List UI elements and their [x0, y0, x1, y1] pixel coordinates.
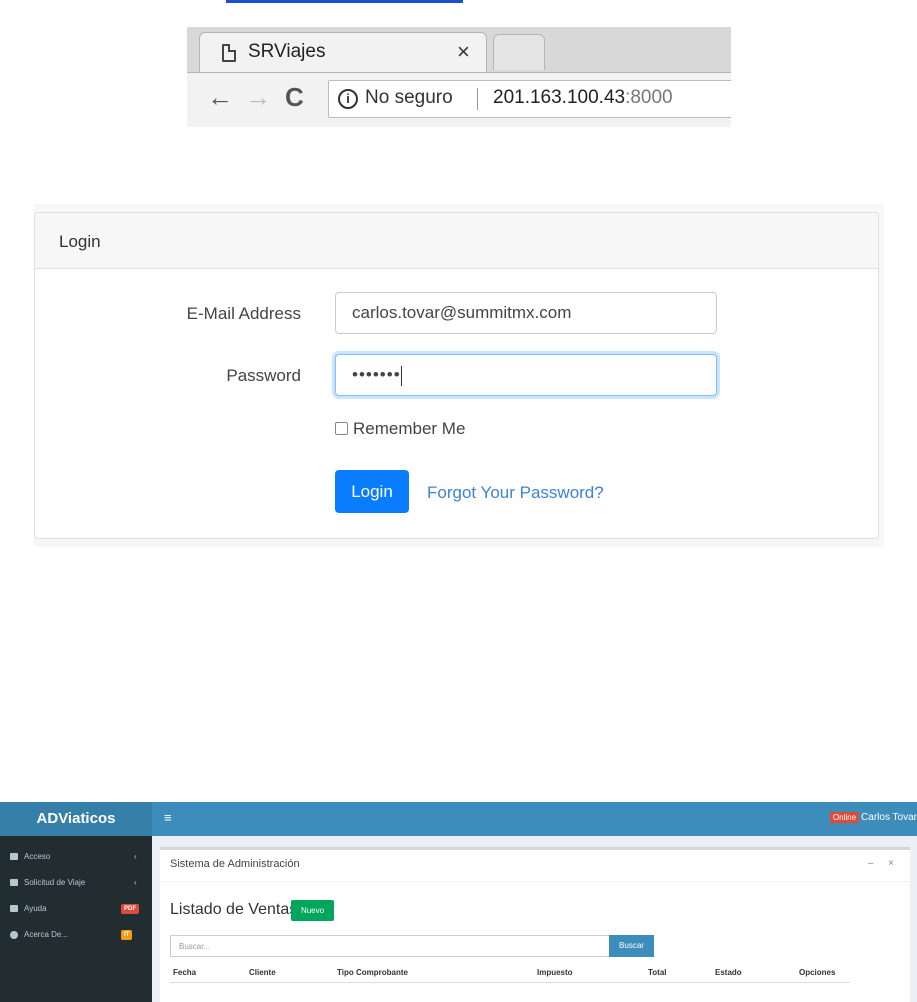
url-port: :8000	[625, 87, 673, 108]
column-header[interactable]: Cliente	[249, 968, 276, 977]
back-arrow-icon[interactable]: ←	[207, 82, 233, 112]
new-tab-button[interactable]	[493, 34, 545, 70]
top-link-underline	[226, 0, 463, 3]
new-button[interactable]: Nuevo	[291, 900, 334, 921]
suitcase-icon	[10, 879, 18, 886]
table-header: Fecha Cliente Tipo Comprobante Impuesto …	[170, 963, 850, 983]
card-header: Login	[35, 213, 878, 269]
password-field[interactable]: •••••••	[335, 354, 717, 396]
search-input[interactable]: Buscar...	[170, 935, 610, 957]
tab-title: SRViajes	[248, 41, 326, 62]
email-label: E-Mail Address	[186, 304, 301, 323]
url-host: 201.163.100.43	[493, 87, 626, 108]
security-label[interactable]: No seguro	[365, 87, 453, 109]
login-section: Login E-Mail Address carlos.tovar@summit…	[34, 204, 884, 547]
content-box: Sistema de Administración – × Listado de…	[160, 847, 910, 1002]
sidebar-item-label: Acceso	[24, 852, 51, 861]
tab-close-button[interactable]: ×	[457, 39, 470, 65]
user-name: Carlos Tovar	[861, 812, 917, 823]
sidebar-item-label: Ayuda	[24, 904, 47, 913]
remember-label: Remember Me	[353, 419, 466, 438]
text-caret	[400, 365, 402, 386]
menu-toggle-icon[interactable]: ≡	[164, 810, 172, 825]
address-bar[interactable]: i No seguro 201.163.100.43:8000	[328, 80, 731, 118]
browser-chrome: SRViajes × ← → C i No seguro 201.163.100…	[187, 27, 731, 127]
search-button[interactable]: Buscar	[609, 935, 654, 957]
remember-checkbox[interactable]	[335, 422, 348, 435]
sidebar-item-acceso[interactable]: Acceso ‹	[0, 847, 152, 867]
chevron-left-icon: ‹	[134, 852, 137, 861]
list-title: Listado de Ventas	[170, 901, 298, 918]
login-card: Login E-Mail Address carlos.tovar@summit…	[34, 212, 879, 539]
sidebar-item-solicitud[interactable]: Solicitud de Viaje ‹	[0, 873, 152, 893]
plus-square-icon	[10, 905, 18, 912]
online-badge: Online	[829, 812, 860, 823]
admin-panel: ADViaticos ≡ Online Carlos Tovar Acceso ‹…	[0, 802, 917, 1002]
folder-icon	[10, 853, 18, 860]
column-header[interactable]: Fecha	[173, 968, 196, 977]
address-separator	[477, 88, 478, 110]
password-dots: •••••••	[352, 365, 401, 384]
admin-topbar: ≡ Online Carlos Tovar	[152, 802, 917, 836]
box-divider	[160, 881, 910, 882]
password-label: Password	[226, 366, 301, 385]
sidebar-item-ayuda[interactable]: Ayuda PDF	[0, 899, 152, 919]
sidebar-item-acerca[interactable]: Acerca De... IT	[0, 925, 152, 945]
login-button[interactable]: Login	[335, 470, 409, 513]
forgot-password-link[interactable]: Forgot Your Password?	[427, 483, 604, 503]
admin-sidebar: Acceso ‹ Solicitud de Viaje ‹ Ayuda PDF …	[0, 836, 152, 1002]
box-tools[interactable]: – ×	[868, 858, 900, 869]
sidebar-item-label: Solicitud de Viaje	[24, 878, 86, 887]
pdf-badge: PDF	[121, 904, 139, 914]
column-header[interactable]: Impuesto	[537, 968, 573, 977]
user-menu[interactable]: Online Carlos Tovar	[829, 812, 917, 823]
email-field[interactable]: carlos.tovar@summitmx.com	[335, 292, 717, 334]
info-icon[interactable]: i	[338, 89, 358, 109]
column-header[interactable]: Total	[648, 968, 667, 977]
browser-tab[interactable]: SRViajes ×	[199, 32, 487, 72]
box-title: Sistema de Administración	[170, 858, 300, 870]
admin-logo[interactable]: ADViaticos	[0, 802, 152, 836]
page-icon	[222, 44, 236, 62]
remember-me[interactable]: Remember Me	[335, 419, 465, 439]
chevron-left-icon: ‹	[134, 878, 137, 887]
it-badge: IT	[121, 930, 133, 940]
reload-icon[interactable]: C	[285, 82, 304, 112]
sidebar-item-label: Acerca De...	[24, 930, 69, 939]
forward-arrow-icon[interactable]: →	[245, 82, 271, 112]
url-text[interactable]: 201.163.100.43:8000	[493, 87, 673, 109]
info-circle-icon	[10, 931, 18, 939]
column-header[interactable]: Tipo Comprobante	[337, 968, 408, 977]
browser-toolbar: ← → C i No seguro 201.163.100.43:8000	[187, 72, 731, 127]
column-header[interactable]: Estado	[715, 968, 742, 977]
column-header[interactable]: Opciones	[799, 968, 835, 977]
